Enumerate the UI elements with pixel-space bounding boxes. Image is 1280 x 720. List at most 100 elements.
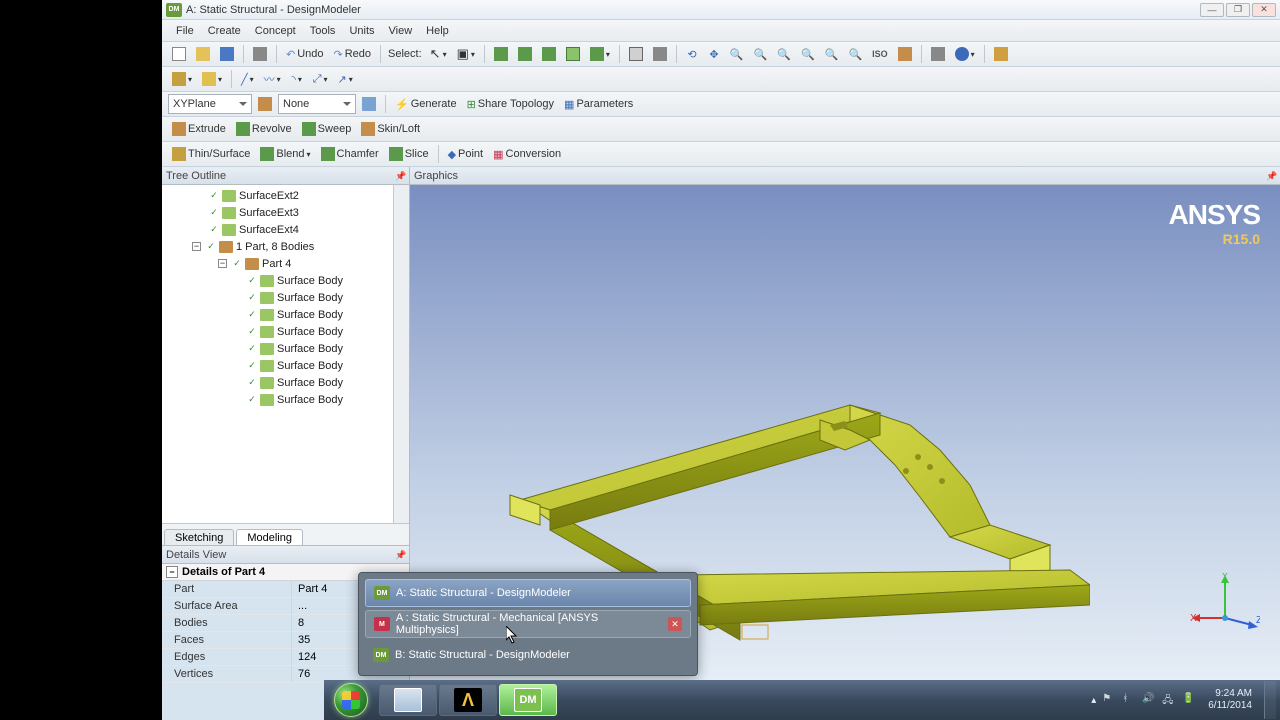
ruler-button[interactable] (990, 44, 1012, 64)
fit-button[interactable]: 🔍 (773, 44, 795, 64)
maximize-button[interactable]: ❐ (1226, 3, 1250, 17)
extrude-button[interactable]: Extrude (168, 119, 230, 139)
tray-clock[interactable]: 9:24 AM 6/11/2014 (1202, 688, 1258, 712)
menu-units[interactable]: Units (343, 23, 380, 39)
zoom-button[interactable]: 🔍 (726, 44, 748, 64)
select-filter-button[interactable]: ▣▾ (453, 44, 479, 64)
lasso-select-button[interactable] (649, 44, 671, 64)
conversion-button[interactable]: ▦Conversion (489, 144, 565, 164)
task-ansys-wb[interactable]: Λ (439, 684, 497, 716)
look-at-button[interactable] (894, 44, 916, 64)
close-button[interactable]: ✕ (1252, 3, 1276, 17)
tab-modeling[interactable]: Modeling (236, 529, 303, 545)
plane-combo[interactable]: XYPlane (168, 94, 252, 114)
blend-button[interactable]: Blend ▾ (256, 144, 314, 164)
menu-file[interactable]: File (170, 23, 200, 39)
tree-outline[interactable]: ✓SurfaceExt2✓SurfaceExt3✓SurfaceExt4−✓1 … (162, 185, 393, 523)
tray-battery-icon[interactable]: 🔋 (1182, 693, 1196, 707)
pin-icon[interactable]: 📌 (395, 550, 405, 560)
expander-icon[interactable]: − (218, 259, 227, 268)
sweep-button[interactable]: Sweep (298, 119, 356, 139)
iso-button[interactable]: ISO (868, 44, 892, 64)
parameters-button[interactable]: ▦Parameters (560, 94, 637, 114)
generate-button[interactable]: ⚡Generate (391, 94, 461, 114)
tree-scrollbar[interactable] (393, 185, 409, 523)
open-button[interactable] (192, 44, 214, 64)
task-designmodeler[interactable]: DM (499, 684, 557, 716)
collapse-icon[interactable]: − (166, 566, 178, 578)
arc-tool-button[interactable]: ◝▾ (287, 69, 307, 89)
sketch-combo[interactable]: None (278, 94, 356, 114)
tray-flag-icon[interactable]: ⚑ (1102, 693, 1116, 707)
tree-item[interactable]: ✓SurfaceExt4 (162, 221, 393, 238)
skin-loft-button[interactable]: Skin/Loft (357, 119, 424, 139)
tree-item[interactable]: ✓Surface Body (162, 357, 393, 374)
pan-button[interactable]: ✥ (704, 44, 724, 64)
sketch-grid-button[interactable]: ▾ (198, 69, 226, 89)
tree-item[interactable]: ✓Surface Body (162, 340, 393, 357)
display-mode-button[interactable]: ▾ (951, 44, 979, 64)
chamfer-button[interactable]: Chamfer (317, 144, 383, 164)
sel-face-button[interactable] (538, 44, 560, 64)
tree-item[interactable]: −✓Part 4 (162, 255, 393, 272)
spline-tool-button[interactable]: 〰▾ (260, 69, 285, 89)
tray-network-icon[interactable]: 🖧 (1162, 693, 1176, 707)
select-mode-button[interactable]: ↖▾ (426, 44, 451, 64)
save-button[interactable] (216, 44, 238, 64)
menu-tools[interactable]: Tools (304, 23, 342, 39)
menu-help[interactable]: Help (420, 23, 455, 39)
taskbar-thumbnail[interactable]: DMA: Static Structural - DesignModeler (365, 579, 691, 607)
new-plane-button[interactable] (254, 94, 276, 114)
menu-concept[interactable]: Concept (249, 23, 302, 39)
tray-volume-icon[interactable]: 🔊 (1142, 693, 1156, 707)
thumbnail-close-button[interactable]: ✕ (668, 617, 682, 631)
pin-icon[interactable]: 📌 (1266, 171, 1276, 181)
slice-button[interactable]: Slice (385, 144, 433, 164)
sel-point-button[interactable] (490, 44, 512, 64)
tree-item[interactable]: ✓SurfaceExt3 (162, 204, 393, 221)
tree-item[interactable]: ✓Surface Body (162, 272, 393, 289)
tray-bluetooth-icon[interactable]: ᚼ (1122, 693, 1136, 707)
taskbar-thumbnail[interactable]: DMB: Static Structural - DesignModeler (365, 641, 691, 669)
tree-item[interactable]: ✓Surface Body (162, 289, 393, 306)
point-button[interactable]: ◆Point (444, 144, 488, 164)
prev-view-button[interactable]: 🔍 (821, 44, 843, 64)
box-select-button[interactable] (625, 44, 647, 64)
expander-icon[interactable]: − (192, 242, 201, 251)
tab-sketching[interactable]: Sketching (164, 529, 234, 545)
line-tool-button[interactable]: ╱▾ (237, 69, 258, 89)
menu-create[interactable]: Create (202, 23, 247, 39)
redo-button[interactable]: ↷Redo (330, 44, 376, 64)
undo-button[interactable]: ↶Undo (282, 44, 328, 64)
new-button[interactable] (168, 44, 190, 64)
tree-item[interactable]: ✓Surface Body (162, 323, 393, 340)
print-button[interactable] (249, 44, 271, 64)
magnify-button[interactable]: 🔍 (797, 44, 819, 64)
revolve-button[interactable]: Revolve (232, 119, 296, 139)
next-view-button[interactable]: 🔍 (844, 44, 866, 64)
sel-body-button[interactable] (562, 44, 584, 64)
task-explorer[interactable] (379, 684, 437, 716)
tree-item[interactable]: ✓SurfaceExt2 (162, 187, 393, 204)
move-tool-button[interactable]: ↗▾ (334, 69, 357, 89)
tree-item[interactable]: ✓Surface Body (162, 391, 393, 408)
new-sketch-button[interactable] (358, 94, 380, 114)
tree-item[interactable]: −✓1 Part, 8 Bodies (162, 238, 393, 255)
sel-edge-button[interactable] (514, 44, 536, 64)
rotate-button[interactable]: ⟲ (682, 44, 702, 64)
start-button[interactable] (324, 680, 378, 720)
sel-extend-button[interactable]: ▾ (586, 44, 614, 64)
taskbar-thumbnail[interactable]: MA : Static Structural - Mechanical [ANS… (365, 610, 691, 638)
tree-item[interactable]: ✓Surface Body (162, 374, 393, 391)
plane-vis-button[interactable] (927, 44, 949, 64)
pin-icon[interactable]: 📌 (395, 171, 405, 181)
tray-expand-icon[interactable]: ▴ (1091, 695, 1096, 706)
construction-line-button[interactable]: ⤢▾ (309, 69, 332, 89)
box-zoom-button[interactable]: 🔍 (750, 44, 772, 64)
view-triad[interactable]: Y X Z (1190, 573, 1260, 643)
sketch-fill-button[interactable]: ▾ (168, 69, 196, 89)
show-desktop-button[interactable] (1264, 681, 1276, 719)
share-topology-button[interactable]: ⊞Share Topology (463, 94, 558, 114)
tree-item[interactable]: ✓Surface Body (162, 306, 393, 323)
menu-view[interactable]: View (383, 23, 419, 39)
